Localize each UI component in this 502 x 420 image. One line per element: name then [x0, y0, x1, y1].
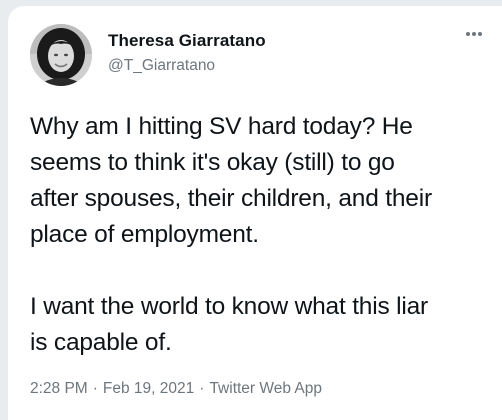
tweet-text-line: place of employment. — [30, 221, 259, 248]
tweet-text-line: is capable of. — [30, 329, 172, 356]
tweet-meta: 2:28 PM · Feb 19, 2021 · Twitter Web App — [30, 380, 322, 398]
avatar[interactable] — [30, 24, 92, 86]
tweet-source[interactable]: Twitter Web App — [209, 380, 322, 397]
author-name[interactable]: Theresa Giarratano — [108, 31, 266, 51]
tweet-text-line: after spouses, their children, and their — [30, 185, 432, 212]
tweet-text: Why am I hitting SV hard today? He seems… — [30, 109, 495, 361]
tweet-card: Theresa Giarratano @T_Giarratano Why am … — [8, 6, 502, 420]
tweet-text-line: seems to think it's okay (still) to go — [30, 149, 395, 176]
profile-photo-icon — [30, 24, 92, 86]
author-handle[interactable]: @T_Giarratano — [108, 57, 215, 75]
tweet-time[interactable]: 2:28 PM — [30, 380, 88, 397]
tweet-text-line: I want the world to know what this liar — [30, 293, 428, 320]
more-options-icon[interactable] — [460, 24, 488, 44]
tweet-text-line: Why am I hitting SV hard today? He — [30, 113, 413, 140]
tweet-date[interactable]: Feb 19, 2021 — [103, 380, 194, 397]
meta-separator: · — [199, 380, 205, 397]
meta-separator: · — [92, 380, 98, 397]
